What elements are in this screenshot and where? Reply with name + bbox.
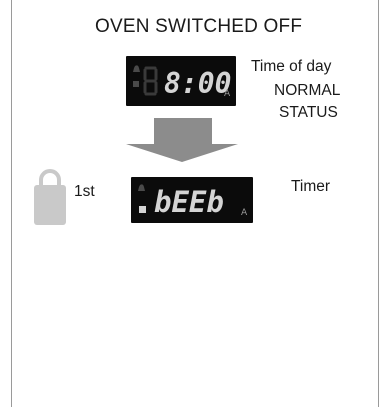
bell-icon-timer: [138, 184, 145, 191]
normal-status-display: 8:00 A: [126, 56, 236, 106]
normal-label: NORMAL: [274, 82, 341, 99]
lock-icon: [34, 169, 66, 225]
time-of-day-label: Time of day: [251, 58, 332, 75]
auto-indicator-timer: A: [241, 208, 248, 218]
bell-icon: [133, 65, 140, 72]
dim-digit: [143, 66, 158, 96]
hand-icon-timer: [139, 206, 146, 213]
hand-icon: [133, 81, 139, 87]
page-title: OVEN SWITCHED OFF: [95, 16, 303, 37]
frame-right-border: [378, 0, 379, 407]
time-digits: 8:00: [164, 67, 231, 100]
timer-label: Timer: [291, 178, 331, 195]
timer-display: bEEb A: [131, 177, 253, 223]
status-label: STATUS: [279, 104, 338, 121]
frame-left-border: [11, 0, 12, 407]
timer-digits: bEEb: [154, 185, 224, 219]
auto-indicator: A: [224, 89, 231, 99]
down-arrow-icon: [126, 118, 238, 162]
press-count-label: 1st: [74, 183, 95, 200]
